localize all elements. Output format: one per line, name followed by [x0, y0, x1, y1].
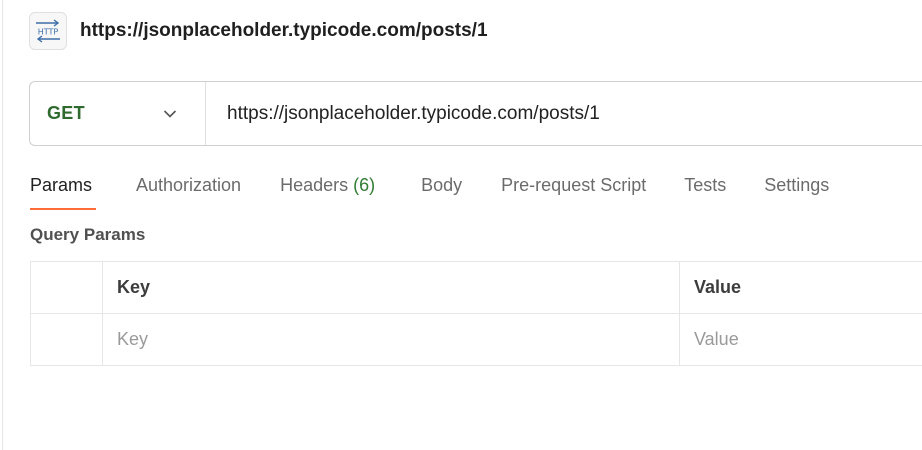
request-tabs: Params Authorization Headers (6) Body Pr… — [30, 166, 829, 210]
tab-settings-label: Settings — [764, 175, 830, 195]
chevron-down-icon — [163, 109, 177, 118]
request-title[interactable]: https://jsonplaceholder.typicode.com/pos… — [80, 20, 488, 42]
tab-pre-request-script[interactable]: Pre-request Script — [501, 166, 646, 210]
http-icon-text: HTTP — [38, 28, 59, 37]
panel-left-border — [2, 0, 3, 450]
tab-pre-request-script-label: Pre-request Script — [501, 175, 647, 195]
http-icon: HTTP — [29, 12, 67, 50]
row-checkbox-cell[interactable] — [30, 313, 103, 366]
checkbox-column-header — [30, 261, 103, 314]
tab-headers[interactable]: Headers (6) — [280, 166, 375, 210]
method-label: GET — [47, 103, 85, 123]
tab-headers-label: Headers — [280, 175, 349, 195]
method-select[interactable]: GET — [30, 82, 206, 145]
tab-authorization[interactable]: Authorization — [136, 166, 241, 210]
tab-settings[interactable]: Settings — [764, 166, 829, 210]
tab-params-label: Params — [30, 175, 93, 195]
url-input[interactable] — [206, 81, 922, 146]
tab-authorization-label: Authorization — [136, 175, 242, 195]
tab-params[interactable]: Params — [30, 166, 96, 210]
table-header-row: Key Value — [30, 261, 922, 314]
url-bar: GET — [29, 81, 922, 146]
request-header: HTTP https://jsonplaceholder.typicode.co… — [29, 11, 488, 51]
tab-body[interactable]: Body — [421, 166, 462, 210]
key-input[interactable]: Key — [102, 313, 680, 366]
tab-tests-label: Tests — [684, 175, 727, 195]
headers-count-badge: (6) — [353, 175, 376, 195]
value-input[interactable]: Value — [679, 313, 922, 366]
query-params-table: Key Value Key Value — [30, 261, 922, 366]
value-column-header: Value — [679, 261, 922, 314]
table-row: Key Value — [30, 313, 922, 366]
tab-tests[interactable]: Tests — [684, 166, 726, 210]
tab-body-label: Body — [421, 175, 463, 195]
key-column-header: Key — [102, 261, 680, 314]
query-params-title: Query Params — [30, 225, 146, 244]
